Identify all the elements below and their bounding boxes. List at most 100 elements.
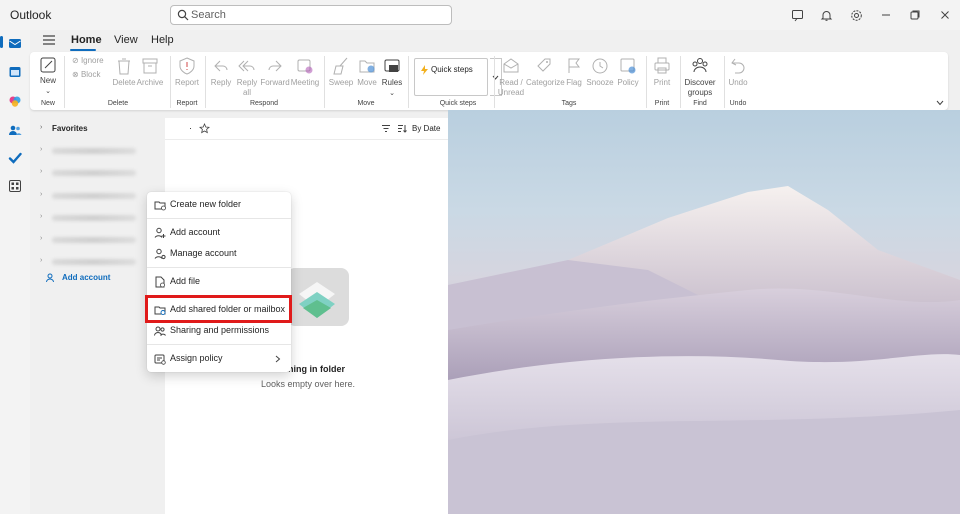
highlight-box [145, 295, 292, 323]
groups-icon [692, 58, 708, 73]
menu-item-create-new-folder[interactable]: Create new folder [147, 195, 291, 215]
mail-icon[interactable] [6, 34, 24, 52]
menu-item-manage-account[interactable]: Manage account [147, 244, 291, 264]
sweep-button[interactable]: Sweep [328, 56, 354, 88]
group-tags: Tags [561, 100, 577, 107]
background-landscape [448, 110, 960, 514]
tab-view[interactable]: View [114, 34, 138, 46]
read-unread-button[interactable]: Read / Unread [496, 56, 526, 98]
favorites-header[interactable]: Favorites [52, 124, 88, 133]
minimize-icon[interactable] [877, 6, 895, 24]
favorites-chevron-icon[interactable]: › [40, 124, 42, 131]
close-icon[interactable] [936, 6, 954, 24]
account-row[interactable]: › [40, 146, 136, 154]
rules-icon [384, 59, 400, 72]
chevron-right-icon: › [40, 213, 43, 220]
search-icon [177, 9, 189, 21]
flag-icon [568, 58, 580, 73]
report-button[interactable]: Report [173, 56, 201, 88]
flag-button[interactable]: Flag [562, 56, 586, 88]
todo-icon[interactable] [6, 149, 24, 167]
filter-icon[interactable] [381, 124, 391, 133]
menu-label: Add file [170, 276, 201, 286]
menu-item-add-account[interactable]: Add account [147, 223, 291, 243]
app-title: Outlook [10, 8, 52, 22]
clock-icon [592, 58, 608, 74]
group-delete: Delete [107, 100, 129, 107]
delete-button[interactable]: Delete [112, 56, 136, 88]
ribbon-separator [324, 56, 325, 108]
gear-icon[interactable] [847, 6, 865, 24]
chevron-right-icon: › [40, 191, 43, 198]
ribbon-separator [494, 56, 495, 108]
menu-item-sharing-permissions[interactable]: Sharing and permissions [147, 321, 291, 341]
star-icon[interactable] [199, 123, 210, 134]
reply-all-label-1: Reply [236, 78, 258, 87]
snooze-button[interactable]: Snooze [586, 56, 614, 88]
rules-button[interactable]: Rules ⌄ [380, 56, 404, 99]
quick-steps-gallery[interactable]: Quick steps [414, 58, 488, 96]
meeting-button[interactable]: Meeting [290, 56, 320, 88]
ribbon-separator [205, 56, 206, 108]
compose-note-icon[interactable] [788, 6, 806, 24]
forward-button[interactable]: Forward [260, 56, 290, 88]
archive-label: Archive [136, 78, 164, 87]
people-permissions-icon [154, 326, 166, 336]
undo-label: Undo [728, 78, 748, 87]
tab-help[interactable]: Help [151, 34, 174, 46]
discover-groups-button[interactable]: Discover groups [682, 56, 718, 98]
snooze-label: Snooze [586, 78, 614, 87]
person-settings-icon [154, 248, 166, 260]
menu-item-assign-policy[interactable]: Assign policy [147, 349, 291, 369]
account-row[interactable]: › [40, 235, 136, 243]
lightning-icon [421, 65, 428, 75]
print-label: Print [653, 78, 671, 87]
new-button[interactable]: New ⌄ [36, 56, 60, 97]
copilot-icon[interactable] [6, 92, 24, 110]
people-icon[interactable] [6, 121, 24, 139]
account-row[interactable]: › [40, 168, 136, 176]
apps-icon[interactable] [6, 177, 24, 195]
broom-icon [333, 57, 348, 75]
add-person-icon [46, 273, 54, 283]
policy-icon [620, 58, 636, 74]
reply-icon [214, 60, 228, 72]
app-rail [0, 30, 30, 514]
reply-button[interactable]: Reply [208, 56, 234, 88]
undo-button[interactable]: Undo [726, 56, 750, 88]
sort-icon[interactable] [397, 124, 407, 133]
categorize-button[interactable]: Categorize [526, 56, 565, 88]
bell-icon[interactable] [817, 6, 835, 24]
sort-by-date[interactable]: By Date [412, 124, 440, 133]
account-row[interactable]: › [40, 257, 136, 265]
account-row[interactable]: › [40, 191, 136, 199]
folder-add-icon [154, 201, 166, 211]
ignore-button[interactable]: ⊘ Ignore [72, 56, 112, 66]
hamburger-menu-icon[interactable] [42, 34, 56, 46]
reply-all-button[interactable]: Reply all [234, 56, 260, 98]
group-undo: Undo [729, 100, 747, 107]
group-report: Report [176, 100, 198, 107]
group-move: Move [357, 100, 375, 107]
forward-icon [268, 60, 282, 72]
reply-all-icon [238, 60, 255, 72]
categorize-label: Categorize [526, 78, 565, 87]
print-button[interactable]: Print [650, 56, 674, 88]
add-account-link[interactable]: Add account [62, 273, 110, 282]
archive-icon [142, 58, 158, 74]
policy-button[interactable]: Policy [614, 56, 642, 88]
account-row[interactable]: › [40, 213, 136, 221]
tab-home[interactable]: Home [71, 34, 102, 46]
restore-icon[interactable] [906, 6, 924, 24]
move-button[interactable]: Move [354, 56, 380, 88]
trash-icon [118, 58, 130, 75]
search-box[interactable]: Search [170, 5, 452, 25]
archive-button[interactable]: Archive [136, 56, 164, 88]
group-quick-steps: Quick steps [439, 100, 477, 107]
ribbon-collapse-chevron-icon[interactable] [936, 100, 944, 106]
menu-item-add-file[interactable]: Add file [147, 272, 291, 292]
group-print: Print [654, 100, 670, 107]
calendar-icon[interactable] [6, 63, 24, 81]
shield-icon [179, 57, 195, 75]
block-button[interactable]: ⊗ Block [72, 70, 112, 80]
